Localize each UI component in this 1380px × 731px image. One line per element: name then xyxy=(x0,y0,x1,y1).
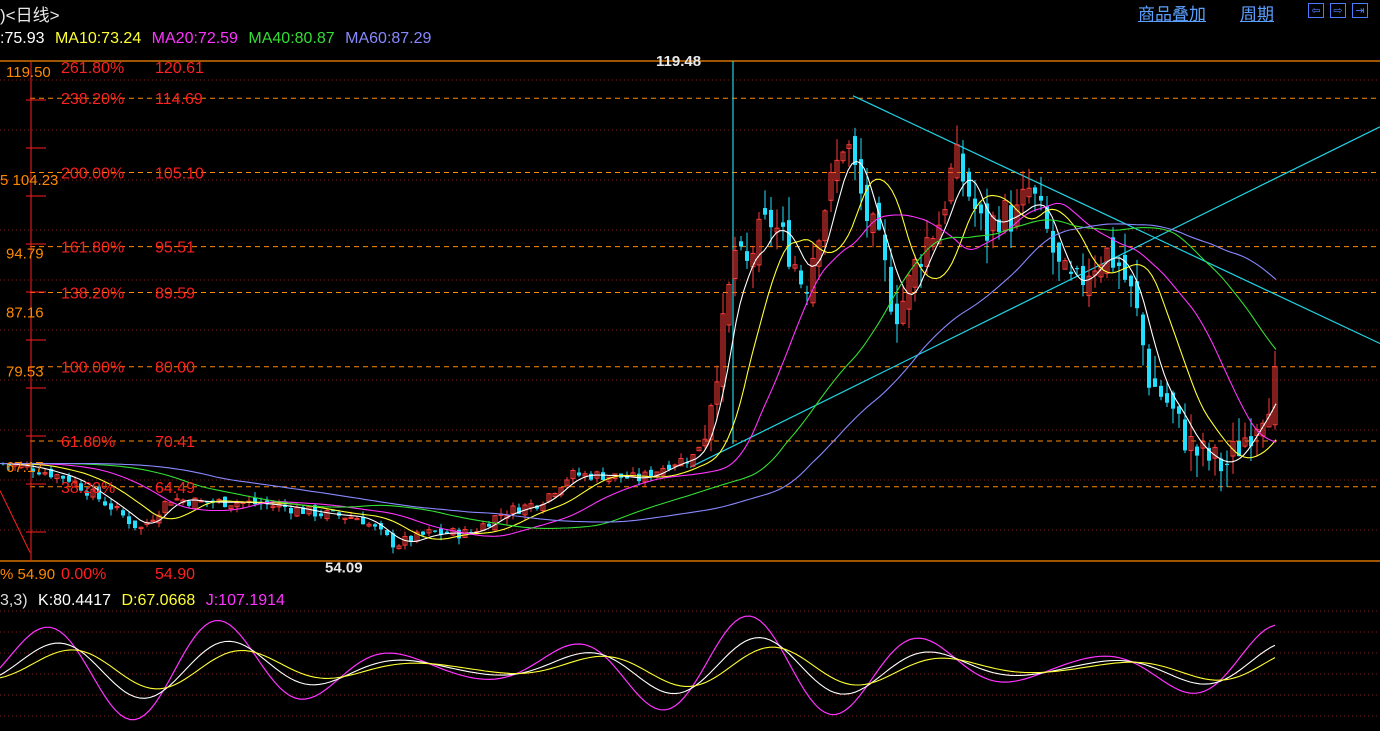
low-price-label: 54.09 xyxy=(325,559,363,576)
candle-body-down xyxy=(1129,275,1133,287)
candle-body-down xyxy=(1069,271,1073,274)
fib-pct-label: 138.20% xyxy=(61,286,124,303)
kdj-indicator xyxy=(0,615,1276,721)
fib-pct-label: 61.80% xyxy=(61,434,115,451)
candle-body-down xyxy=(457,529,461,539)
candle-body-down xyxy=(1117,262,1121,267)
candle-body-down xyxy=(1111,237,1115,268)
fib-pct-label: 100.00% xyxy=(61,360,124,377)
fib-value-label: 70.41 xyxy=(155,434,195,451)
candle-body-down xyxy=(979,204,983,214)
down-trend-line xyxy=(852,95,1380,345)
fib-value-label: 89.59 xyxy=(155,286,195,303)
fib-pct-label: 0.00% xyxy=(61,566,106,583)
price-chart[interactable]: 119.50 5 104.23 94.79 87.16 79.53 67.17 % 54.9… xyxy=(0,0,1380,731)
candle-body-down xyxy=(649,469,653,478)
fib-value-label: 54.90 xyxy=(155,566,195,583)
price-axis-label: 94.79 xyxy=(6,245,44,262)
candle-body-down xyxy=(805,292,809,294)
candle-body-down xyxy=(763,208,767,215)
candle-body-down xyxy=(1219,458,1223,472)
candle-body-down xyxy=(877,202,881,230)
kdj-legend: 3,3) K:80.4417 D:67.0668 J:107.1914 xyxy=(0,592,291,610)
candle-body-down xyxy=(121,510,125,516)
price-axis-label: 119.50 xyxy=(6,64,51,81)
price-axis: 119.50 5 104.23 94.79 87.16 79.53 67.17 % 54.9… xyxy=(0,62,58,583)
candle-body-down xyxy=(1165,393,1169,403)
candle-body-down xyxy=(127,516,131,525)
fib-pct-label: 261.80% xyxy=(61,60,124,77)
candle-body-down xyxy=(589,473,593,480)
candle-body-down xyxy=(487,523,491,527)
candle-body-down xyxy=(1141,314,1145,346)
fib-value-label: 95.51 xyxy=(155,240,195,257)
fib-pct-label: 161.80% xyxy=(61,240,124,257)
candle-body-down xyxy=(1081,266,1085,286)
fib-value-label: 80.00 xyxy=(155,360,195,377)
trend-lines xyxy=(0,61,1380,553)
fib-pct-label: 238.20% xyxy=(61,91,124,108)
fib-value-label: 114.69 xyxy=(155,91,203,108)
candle-body-down xyxy=(187,501,191,506)
price-axis-label: 87.16 xyxy=(6,304,44,321)
kdj-legend-params: 3,3) xyxy=(0,592,28,609)
candle-body-down xyxy=(433,530,437,532)
kdj-legend-j: J:107.1914 xyxy=(205,592,285,609)
candle-body-down xyxy=(103,501,107,506)
candle-body-down xyxy=(967,171,971,197)
fib-labels: 261.80% 120.61 238.20% 114.69 200.00% 105.10 1… xyxy=(61,53,701,583)
candle-body-down xyxy=(1147,348,1151,388)
candle-body-down xyxy=(109,503,113,510)
candle-body-down xyxy=(1153,378,1157,387)
left-fan-line xyxy=(0,490,31,553)
fib-pct-label: 200.00% xyxy=(61,165,124,182)
candle-body-down xyxy=(1159,385,1163,397)
candle-body-down xyxy=(133,520,137,529)
price-axis-label: 67.17 xyxy=(6,459,44,476)
candle-body-down xyxy=(1039,195,1043,201)
high-price-label: 119.48 xyxy=(656,53,701,70)
candle-body-down xyxy=(1225,463,1229,466)
candle-body-down xyxy=(373,524,377,527)
candle-body-down xyxy=(895,303,899,325)
fib-value-label: 105.10 xyxy=(155,165,204,182)
candle-body-down xyxy=(787,220,791,267)
candle-body-down xyxy=(745,251,749,261)
kdj-d-line xyxy=(0,646,1276,690)
price-axis-label: 5 104.23 xyxy=(0,172,58,189)
candle-body-down xyxy=(769,209,773,228)
candle-body-down xyxy=(1195,446,1199,456)
candle-body-down xyxy=(961,153,965,182)
fib-pct-label: 38.20% xyxy=(61,480,115,497)
candle-body-down xyxy=(601,472,605,480)
candle-body-down xyxy=(799,270,803,285)
candle-body-down xyxy=(853,136,857,165)
candle-body-down xyxy=(781,222,785,227)
candle-body-down xyxy=(439,528,443,535)
fib-value-label: 64.49 xyxy=(155,480,195,497)
candle-body-down xyxy=(739,241,743,247)
fib-value-label: 120.61 xyxy=(155,60,204,77)
candle-body-down xyxy=(289,508,293,514)
candle-body-down xyxy=(1183,419,1187,451)
candle-body-down xyxy=(1051,230,1055,253)
candle-body-down xyxy=(1033,187,1037,194)
candle-body-down xyxy=(319,513,323,517)
candle-body-down xyxy=(61,475,65,479)
kdj-legend-k: K:80.4417 xyxy=(38,592,111,609)
kdj-legend-d: D:67.0668 xyxy=(121,592,196,609)
candle-body-down xyxy=(1075,267,1079,270)
candle-body-down xyxy=(421,531,425,535)
candle-body-down xyxy=(1057,242,1061,262)
candle-body-down xyxy=(577,472,581,476)
price-axis-label: % 54.90 xyxy=(0,566,55,583)
price-axis-label: 79.53 xyxy=(6,363,44,380)
grid-lines xyxy=(0,60,1380,717)
